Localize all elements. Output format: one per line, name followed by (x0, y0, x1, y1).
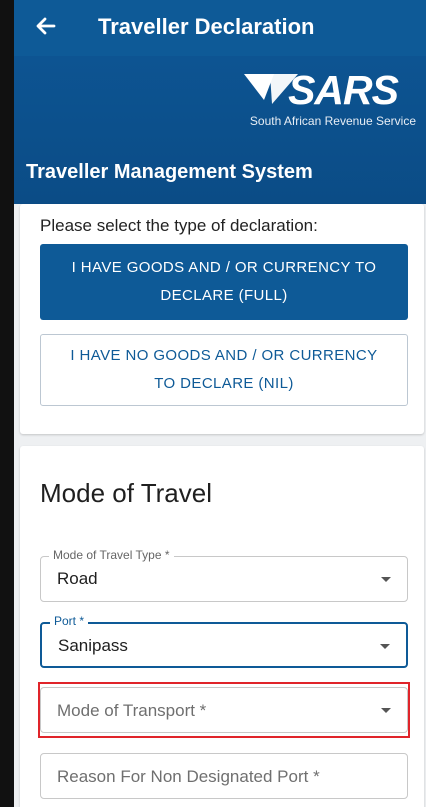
declaration-prompt: Please select the type of declaration: (40, 216, 318, 235)
declare-full-button[interactable]: I HAVE GOODS AND / OR CURRENCY TO DECLAR… (40, 244, 408, 320)
mode-of-transport-select[interactable]: Mode of Transport * (40, 687, 408, 733)
sars-logo-text: SARS (288, 67, 399, 113)
reason-non-designated-port-field[interactable]: Reason For Non Designated Port * (40, 753, 408, 799)
back-arrow-icon[interactable] (32, 12, 60, 40)
page-title: Traveller Declaration (98, 14, 315, 39)
app-window: Traveller Declaration SARS South African… (14, 0, 426, 807)
field-label: Port * (50, 614, 89, 628)
declare-nil-button[interactable]: I HAVE NO GOODS AND / OR CURRENCY TO DEC… (40, 334, 408, 406)
section-title: Mode of Travel (40, 478, 212, 508)
field-value: Sanipass (58, 636, 128, 655)
mode-of-travel-card: Mode of Travel Mode of Travel Type * Roa… (20, 446, 424, 807)
system-title: Traveller Management System (26, 161, 313, 183)
dropdown-arrow-icon (381, 577, 391, 582)
field-placeholder: Mode of Transport * (57, 701, 207, 720)
dropdown-arrow-icon (380, 644, 390, 649)
field-value: Road (57, 569, 98, 588)
dropdown-arrow-icon (381, 708, 391, 713)
port-select[interactable]: Port * Sanipass (40, 614, 408, 668)
mode-of-travel-type-select[interactable]: Mode of Travel Type * Road (40, 548, 408, 602)
sars-header: SARS South African Revenue Service Trave… (14, 56, 426, 204)
organization-name: South African Revenue Service (249, 114, 416, 128)
field-label: Mode of Travel Type * (49, 548, 174, 562)
app-bar: Traveller Declaration (14, 0, 426, 56)
declaration-type-card: Please select the type of declaration: I… (20, 204, 424, 434)
field-placeholder: Reason For Non Designated Port * (57, 767, 320, 786)
device-frame-edge (0, 0, 14, 807)
sars-logo: SARS (242, 64, 412, 113)
